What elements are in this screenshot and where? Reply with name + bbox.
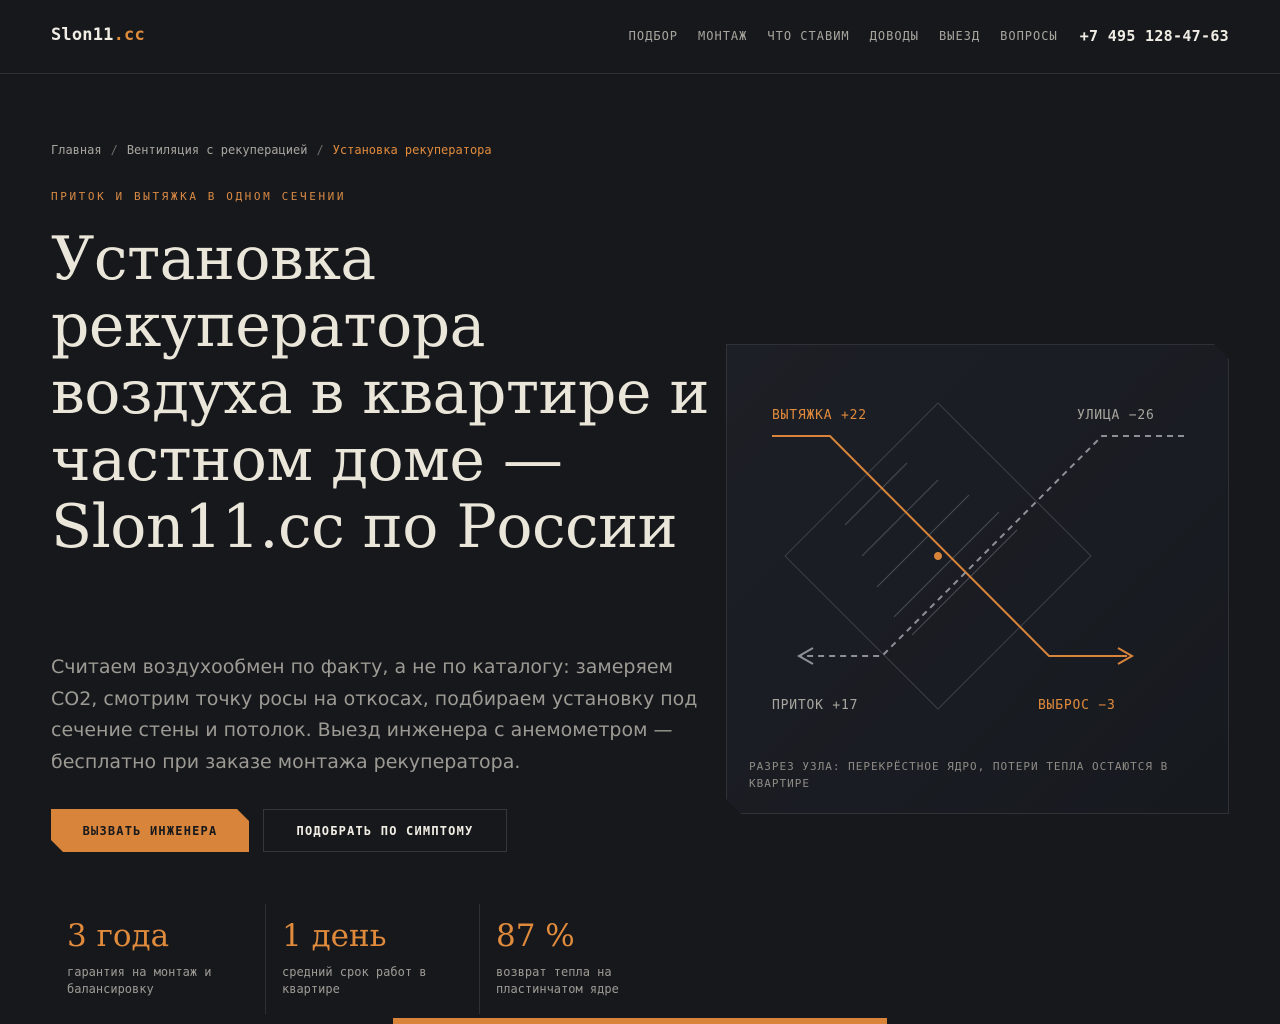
phone-link[interactable]: +7 495 128-47-63 xyxy=(1080,27,1229,45)
hero-lead: Считаем воздухообмен по факту, а не по к… xyxy=(51,656,698,773)
label-street: УЛИЦА −26 xyxy=(1077,408,1155,423)
nav-item-chto-stavim[interactable]: ЧТО СТАВИМ xyxy=(767,29,849,43)
exhaust-flow-line xyxy=(772,435,1127,657)
core-plates xyxy=(844,462,1018,636)
nav-item-voprosy[interactable]: ВОПРОСЫ xyxy=(1000,29,1058,43)
logo-accent: .cc xyxy=(113,25,145,45)
stat-duration: 1 день средний срок работ в квартире xyxy=(265,904,479,1014)
label-exhaust: ВЫТЯЖКА +22 xyxy=(772,408,867,423)
supply-flow-line xyxy=(800,435,1184,657)
stat-label: возврат тепла на пластинчатом ядре xyxy=(496,965,619,996)
diagram-caption: РАЗРЕЗ УЗЛА: ПЕРЕКРЁСТНОЕ ЯДРО, ПОТЕРИ Т… xyxy=(749,760,1169,790)
nav-item-podbor[interactable]: ПОДБОР xyxy=(629,29,678,43)
bottom-accent-bar xyxy=(393,1018,887,1024)
call-engineer-button[interactable]: ВЫЗВАТЬ ИНЖЕНЕРА xyxy=(51,809,249,852)
stats-row: 3 года гарантия на монтаж и балансировку… xyxy=(51,904,693,1014)
recuperator-diagram: ВЫТЯЖКА +22 УЛИЦА −26 ПРИТОК +17 ВЫБРОС … xyxy=(726,344,1229,814)
label-discharge: ВЫБРОС −3 xyxy=(1038,698,1116,713)
nav-item-montazh[interactable]: МОНТАЖ xyxy=(698,29,747,43)
stat-value: 3 года xyxy=(67,918,170,954)
breadcrumb-ventilation[interactable]: Вентиляция с рекуперацией xyxy=(127,143,308,157)
main-nav: ПОДБОР МОНТАЖ ЧТО СТАВИМ ДОВОДЫ ВЫЕЗД ВО… xyxy=(609,0,1229,72)
breadcrumb-separator: / xyxy=(316,143,324,157)
pick-by-symptom-button[interactable]: ПОДОБРАТЬ ПО СИМПТОМУ xyxy=(263,809,507,852)
nav-item-vyezd[interactable]: ВЫЕЗД xyxy=(939,29,980,43)
nav-item-dovody[interactable]: ДОВОДЫ xyxy=(870,29,919,43)
breadcrumb-current: Установка рекуператора xyxy=(332,143,492,157)
breadcrumb: Главная / Вентиляция с рекуперацией / Ус… xyxy=(51,143,492,157)
stat-value: 1 день xyxy=(282,918,387,954)
site-header: Slon11.cc ПОДБОР МОНТАЖ ЧТО СТАВИМ ДОВОД… xyxy=(0,0,1280,74)
stat-heat-recovery: 87 % возврат тепла на пластинчатом ядре xyxy=(479,904,693,1014)
core-center-dot xyxy=(934,552,942,560)
stat-value: 87 % xyxy=(496,918,575,954)
breadcrumb-home[interactable]: Главная xyxy=(51,143,102,157)
breadcrumb-separator: / xyxy=(110,143,118,157)
stat-warranty: 3 года гарантия на монтаж и балансировку xyxy=(51,904,265,1014)
site-logo[interactable]: Slon11.cc xyxy=(51,25,145,45)
stat-label: средний срок работ в квартире xyxy=(282,965,427,996)
label-supply: ПРИТОК +17 xyxy=(772,698,859,713)
logo-main: Slon11 xyxy=(51,25,114,45)
stat-label: гарантия на монтаж и балансировку xyxy=(67,965,212,996)
page-title: Установка рекуператора воздуха в квартир… xyxy=(51,224,710,562)
hero-eyebrow: ПРИТОК И ВЫТЯЖКА В ОДНОМ СЕЧЕНИИ xyxy=(51,190,347,203)
